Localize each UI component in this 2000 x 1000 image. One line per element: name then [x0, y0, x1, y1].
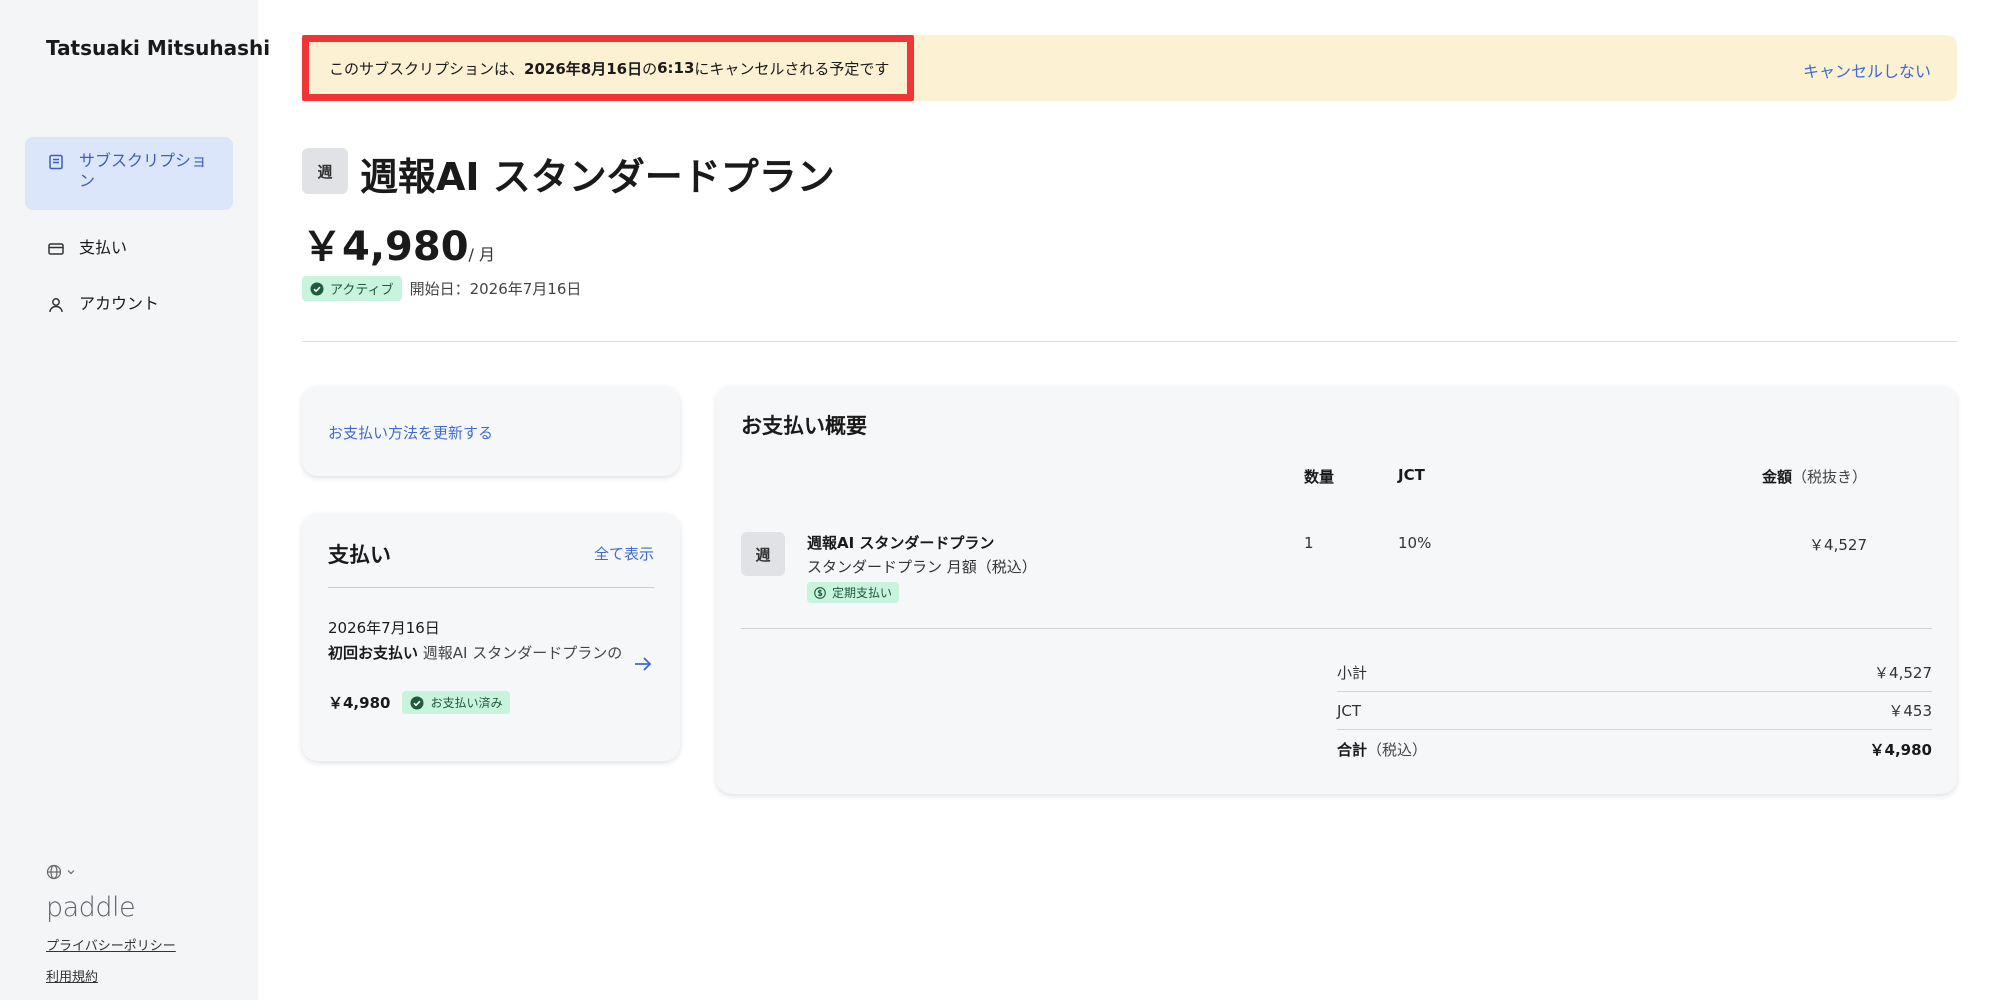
- subscription-icon: [49, 154, 63, 170]
- plan-price: ￥4,980/ 月: [302, 214, 495, 272]
- payment-date: 2026年7月16日: [328, 619, 440, 637]
- banner-text-prefix: このサブスクリプションは、: [329, 59, 525, 78]
- column-header-jct: JCT: [1398, 466, 1425, 484]
- see-all-link[interactable]: 全て表示: [594, 543, 654, 564]
- payment-plan-name: 週報AI スタンダードプランの: [418, 644, 623, 662]
- check-circle-icon: [310, 282, 324, 295]
- price-amount: ￥4,980: [302, 224, 469, 270]
- payment-amount: ￥4,980: [328, 694, 391, 712]
- column-header-amount-note: （税抜き）: [1791, 468, 1867, 486]
- subtotal-row: 小計 ￥4,527: [1337, 654, 1932, 692]
- total-label-wrap: 合計（税込）: [1337, 739, 1427, 760]
- status-badge-label: アクティブ: [330, 283, 394, 298]
- cancellation-banner: このサブスクリプションは、 2026年8月16日の 6:13 にキャンセルされる予定で…: [302, 35, 1957, 101]
- user-icon: [49, 298, 63, 313]
- cancellation-notice: このサブスクリプションは、 2026年8月16日の 6:13 にキャンセルされる予定で…: [302, 35, 914, 101]
- recurring-badge: 定期支払い: [807, 582, 900, 603]
- item-jct-rate: 10%: [1398, 534, 1432, 552]
- total-note: （税込）: [1367, 740, 1428, 759]
- sidebar-footer: paddle プライバシーポリシー 利用規約: [46, 864, 176, 985]
- banner-text-middle: の: [642, 59, 658, 78]
- status-badge-label: お支払い済み: [430, 696, 503, 710]
- column-header-amount: 金額（税抜き）: [1762, 466, 1867, 487]
- user-name: Tatsuaki Mitsuhashi: [46, 36, 271, 60]
- subtotal-label: 小計: [1337, 664, 1368, 682]
- subtotal-amount: ￥4,527: [1874, 664, 1932, 682]
- item-quantity: 1: [1304, 534, 1314, 552]
- privacy-policy-link[interactable]: プライバシーポリシー: [46, 935, 176, 954]
- total-amount: ￥4,980: [1869, 740, 1932, 759]
- sidebar-item-payments[interactable]: 支払い: [25, 224, 233, 272]
- jct-row: JCT ￥453: [1337, 692, 1932, 730]
- recurring-badge-label: 定期支払い: [832, 586, 893, 600]
- paddle-logo: paddle: [46, 892, 136, 923]
- item-avatar: 週: [741, 532, 785, 576]
- globe-icon: [46, 864, 62, 880]
- banner-text-suffix: にキャンセルされる予定です: [694, 59, 890, 78]
- banner-cancel-time: 6:13: [657, 59, 695, 77]
- start-date: 開始日：2026年7月16日: [409, 280, 582, 298]
- payment-type: 初回お支払い: [328, 644, 419, 662]
- dollar-circle-icon: [814, 586, 826, 599]
- item-description: スタンダードプラン 月額（税込）: [807, 558, 1037, 576]
- sidebar-item-subscription[interactable]: サブスクリプション: [25, 137, 233, 210]
- plan-status-row: アクティブ 開始日：2026年7月16日: [302, 276, 581, 301]
- dont-cancel-button[interactable]: キャンセルしない: [1803, 58, 1931, 82]
- plan-avatar: 週: [302, 148, 348, 194]
- language-selector[interactable]: [46, 864, 176, 880]
- summary-title: お支払い概要: [741, 414, 867, 438]
- update-payment-method-link[interactable]: お支払い方法を更新する: [328, 422, 493, 443]
- payment-amount-row: ￥4,980 お支払い済み: [328, 691, 511, 714]
- chevron-down-icon: [67, 870, 75, 875]
- sidebar-item-label: サブスクリプション: [79, 151, 208, 190]
- status-badge: お支払い済み: [402, 691, 511, 714]
- sidebar-item-label: アカウント: [79, 294, 160, 313]
- payments-card: 支払い 全て表示 2026年7月16日 初回お支払い 週報AI スタンダードプラ…: [302, 513, 680, 761]
- jct-amount: ￥453: [1888, 702, 1932, 720]
- column-header-quantity: 数量: [1304, 468, 1335, 486]
- divider: [302, 341, 1957, 342]
- item-amount: ￥4,527: [1809, 536, 1867, 554]
- payments-card-title: 支払い: [328, 543, 391, 567]
- total-label: 合計: [1337, 740, 1368, 759]
- item-name: 週報AI スタンダードプラン: [807, 534, 995, 552]
- jct-label: JCT: [1337, 701, 1362, 720]
- banner-cancel-date: 2026年8月16日: [524, 59, 643, 78]
- arrow-right-icon[interactable]: [632, 653, 654, 675]
- column-header-amount-label: 金額: [1761, 468, 1792, 486]
- check-circle-icon: [410, 696, 424, 709]
- terms-link[interactable]: 利用規約: [46, 966, 176, 985]
- divider: [328, 587, 654, 588]
- price-unit: / 月: [468, 245, 496, 264]
- payment-description: 初回お支払い 週報AI スタンダードプランの: [328, 643, 628, 663]
- sidebar: Tatsuaki Mitsuhashi サブスクリプション 支払い アカウント …: [0, 0, 270, 1000]
- payment-summary-card: お支払い概要 数量 JCT 金額（税抜き） 週 週報AI スタンダードプラン ス…: [716, 386, 1957, 794]
- status-badge: アクティブ: [302, 276, 402, 301]
- item-badge-wrap: 定期支払い: [807, 582, 900, 603]
- divider: [741, 628, 1932, 629]
- card-icon: [48, 243, 64, 255]
- update-payment-card: お支払い方法を更新する: [302, 386, 680, 476]
- sidebar-item-label: 支払い: [79, 238, 128, 257]
- sidebar-item-account[interactable]: アカウント: [25, 280, 233, 328]
- total-row: 合計（税込） ￥4,980: [1337, 730, 1932, 768]
- page-title: 週報AI スタンダードプラン: [360, 155, 835, 199]
